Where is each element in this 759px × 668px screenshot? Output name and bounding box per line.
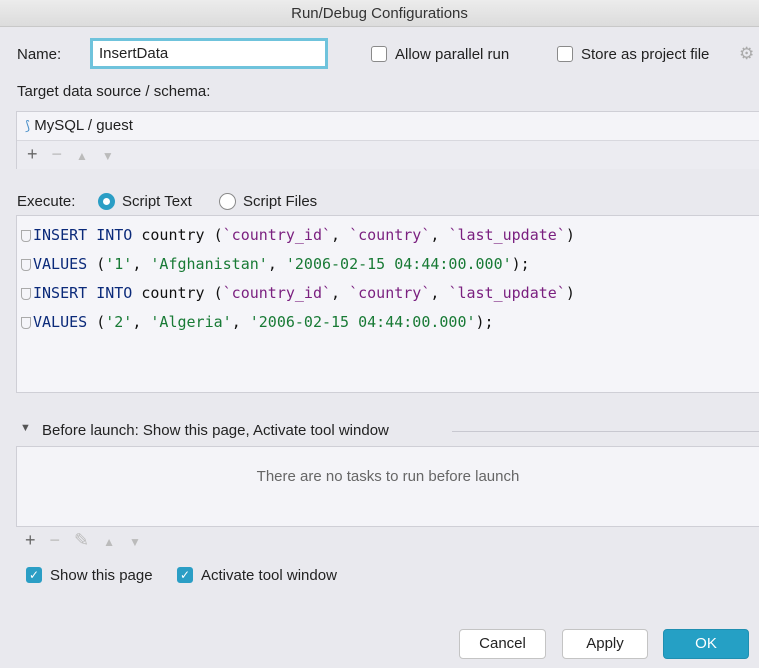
activate-tool-label: Activate tool window <box>201 567 337 584</box>
show-page-checkbox[interactable]: ✓ Show this page <box>26 567 153 584</box>
ok-button[interactable]: OK <box>663 629 749 659</box>
apply-button[interactable]: Apply <box>562 629 648 659</box>
code-token: , <box>267 255 286 273</box>
store-project-label: Store as project file <box>581 46 710 63</box>
activate-tool-checkbox[interactable]: ✓ Activate tool window <box>177 567 337 584</box>
name-label: Name: <box>17 46 62 63</box>
checkmark-icon[interactable]: ✓ <box>177 567 193 584</box>
empty-tasks-text: There are no tasks to run before launch <box>256 468 520 485</box>
show-page-label: Show this page <box>50 567 153 584</box>
code-token: VALUES <box>33 255 97 273</box>
radio-label: Script Text <box>122 193 192 210</box>
target-label: Target data source / schema: <box>17 83 211 100</box>
code-token: , <box>331 226 350 244</box>
target-list: ⟆ MySQL / guest + − ▲ ▼ <box>16 111 759 169</box>
code-token: , <box>430 284 449 302</box>
add-icon[interactable]: + <box>27 144 38 164</box>
before-launch-list: There are no tasks to run before launch <box>16 446 759 527</box>
checkbox-box[interactable] <box>371 46 387 63</box>
move-down-icon[interactable]: ▼ <box>129 535 141 549</box>
code-token: , <box>430 226 449 244</box>
allow-parallel-label: Allow parallel run <box>395 46 510 63</box>
code-token: country ( <box>141 284 223 302</box>
radio-button[interactable] <box>219 192 236 210</box>
radio-script-files[interactable]: Script Files <box>219 192 318 211</box>
collapse-triangle-icon[interactable]: ▼ <box>20 422 31 434</box>
code-token: `country` <box>349 226 431 244</box>
code-token: `country` <box>349 284 431 302</box>
code-token: , <box>331 284 350 302</box>
edit-pencil-icon[interactable]: ✎ <box>74 530 89 550</box>
radio-button[interactable] <box>98 192 115 210</box>
code-token: 'Algeria' <box>150 313 232 331</box>
code-token: `country_id` <box>222 284 332 302</box>
radio-script-text[interactable]: Script Text <box>98 192 192 211</box>
code-token: ( <box>96 313 106 331</box>
execute-label: Execute: <box>17 193 76 210</box>
code-line: INSERT INTO country (`country_id`, `coun… <box>17 274 759 303</box>
code-token: , <box>132 255 151 273</box>
move-up-icon[interactable]: ▲ <box>103 535 115 549</box>
code-token: '2' <box>105 313 133 331</box>
divider <box>452 431 759 432</box>
code-token: , <box>132 313 151 331</box>
code-token: ) <box>565 226 575 244</box>
code-token: `last_update` <box>448 284 566 302</box>
move-up-icon[interactable]: ▲ <box>76 149 88 163</box>
code-token: ) <box>565 284 575 302</box>
code-token: `country_id` <box>222 226 332 244</box>
move-down-icon[interactable]: ▼ <box>102 149 114 163</box>
code-token: '2006-02-15 04:44:00.000' <box>249 313 476 331</box>
checkmark-icon[interactable]: ✓ <box>26 567 42 584</box>
name-input[interactable]: InsertData <box>90 38 328 69</box>
code-token: INSERT INTO <box>33 284 142 302</box>
mysql-dolphin-icon: ⟆ <box>25 118 31 133</box>
code-token: , <box>231 313 250 331</box>
target-item-label: MySQL / guest <box>34 117 133 134</box>
target-item[interactable]: ⟆ MySQL / guest <box>17 112 759 141</box>
code-token: '1' <box>105 255 133 273</box>
code-token: `last_update` <box>448 226 566 244</box>
checkbox-box[interactable] <box>557 46 573 63</box>
add-task-icon[interactable]: + <box>25 530 36 550</box>
code-token: '2006-02-15 04:44:00.000' <box>285 255 512 273</box>
radio-label: Script Files <box>243 193 318 210</box>
code-line: INSERT INTO country (`country_id`, `coun… <box>17 216 759 245</box>
code-token: country ( <box>141 226 223 244</box>
window-title: Run/Debug Configurations <box>0 0 759 27</box>
gear-icon[interactable]: ⚙ <box>739 44 754 64</box>
code-token: INSERT INTO <box>33 226 142 244</box>
code-line: VALUES ('1', 'Afghanistan', '2006-02-15 … <box>17 245 759 274</box>
store-project-checkbox[interactable]: Store as project file <box>557 46 709 63</box>
remove-task-icon[interactable]: − <box>50 530 61 550</box>
code-token: 'Afghanistan' <box>150 255 268 273</box>
before-launch-title: Before launch: Show this page, Activate … <box>42 422 389 439</box>
code-token: ); <box>511 255 530 273</box>
script-editor[interactable]: INSERT INTO country (`country_id`, `coun… <box>16 215 759 393</box>
allow-parallel-checkbox[interactable]: Allow parallel run <box>371 46 509 63</box>
code-token: VALUES <box>33 313 97 331</box>
cancel-button[interactable]: Cancel <box>459 629 546 659</box>
code-line: VALUES ('2', 'Algeria', '2006-02-15 04:4… <box>17 303 759 332</box>
code-token: ( <box>96 255 106 273</box>
code-token: ); <box>475 313 494 331</box>
remove-icon[interactable]: − <box>52 144 63 164</box>
